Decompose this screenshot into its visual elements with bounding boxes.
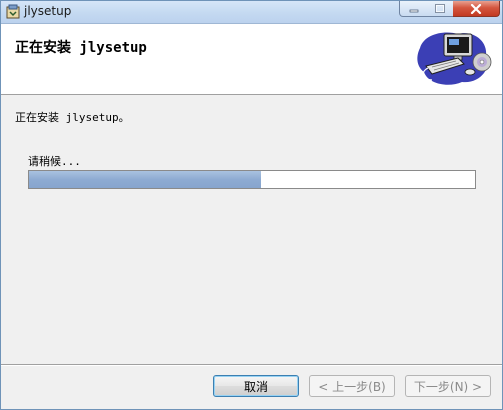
header-banner: 正在安装 jlysetup xyxy=(1,24,502,95)
cancel-button[interactable]: 取消 xyxy=(213,375,299,397)
cancel-button-label: 取消 xyxy=(243,379,268,394)
back-button-label: < 上一步(B) xyxy=(318,379,386,394)
title-bar[interactable]: jlysetup xyxy=(1,1,502,24)
back-button[interactable]: < 上一步(B) xyxy=(309,375,395,397)
maximize-button[interactable] xyxy=(427,1,454,17)
computer-installing-icon xyxy=(417,32,492,85)
next-button[interactable]: 下一步(N) > xyxy=(405,375,491,397)
progress-bar xyxy=(28,170,476,189)
close-button[interactable] xyxy=(453,1,500,17)
installer-app-icon xyxy=(6,4,20,19)
minimize-icon xyxy=(409,9,418,12)
minimize-button[interactable] xyxy=(399,1,428,17)
next-button-label: 下一步(N) > xyxy=(413,379,483,394)
close-icon xyxy=(470,3,482,14)
page-title: 正在安装 jlysetup xyxy=(15,40,147,56)
wait-text: 请稍候... xyxy=(28,155,81,168)
status-text: 正在安装 jlysetup。 xyxy=(15,111,130,124)
installer-window: jlysetup 正在安装 jlysetup 正在安装 jlysetup。 请稍… xyxy=(0,0,503,410)
progress-fill xyxy=(29,171,261,188)
maximize-icon xyxy=(435,4,445,13)
window-title: jlysetup xyxy=(24,4,72,18)
footer-divider xyxy=(1,364,502,366)
